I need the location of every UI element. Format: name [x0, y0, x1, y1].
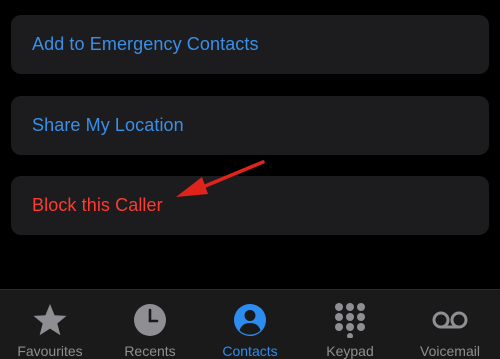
tab-keypad[interactable]: Keypad [304, 290, 396, 359]
tab-favourites-label: Favourites [17, 343, 83, 359]
tab-voicemail-label: Voicemail [420, 343, 480, 359]
tab-favourites[interactable]: Favourites [4, 290, 96, 359]
tab-contacts[interactable]: Contacts [204, 290, 296, 359]
tab-voicemail[interactable]: Voicemail [402, 290, 498, 359]
add-to-emergency-contacts-label: Add to Emergency Contacts [32, 34, 259, 54]
tab-contacts-label: Contacts [222, 343, 278, 359]
share-my-location-label: Share My Location [32, 115, 184, 135]
add-to-emergency-contacts-button[interactable]: Add to Emergency Contacts [11, 15, 489, 74]
star-icon [33, 304, 67, 336]
keypad-icon [335, 303, 365, 338]
tab-recents-label: Recents [124, 343, 176, 359]
share-my-location-button[interactable]: Share My Location [11, 96, 489, 155]
contact-actions-screen: Add to Emergency Contacts Share My Locat… [0, 0, 500, 359]
voicemail-icon [432, 311, 468, 329]
tab-bar: Favourites Recents Contacts Keypad Voice… [0, 289, 500, 359]
clock-icon [134, 304, 166, 336]
tab-recents[interactable]: Recents [104, 290, 196, 359]
block-this-caller-label: Block this Caller [32, 195, 163, 215]
person-circle-icon [234, 304, 266, 336]
tab-keypad-label: Keypad [326, 343, 374, 359]
block-this-caller-button[interactable]: Block this Caller [11, 176, 489, 235]
